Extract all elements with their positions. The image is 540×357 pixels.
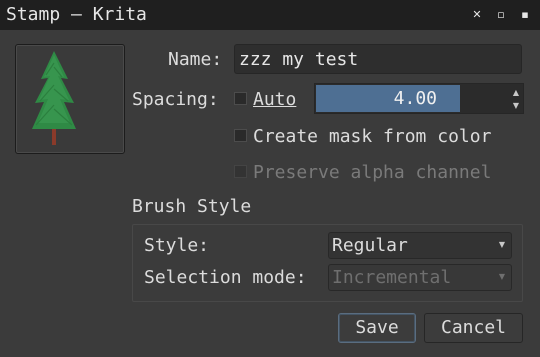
maximize-icon[interactable]: ▫: [493, 7, 509, 23]
spacing-label: Spacing:: [132, 89, 219, 110]
selection-mode-dropdown-value: Incremental: [332, 267, 452, 288]
spin-down-icon[interactable]: ▼: [510, 99, 522, 112]
chevron-down-icon: ▼: [498, 240, 505, 249]
style-dropdown[interactable]: Regular ▼: [328, 232, 512, 259]
name-input[interactable]: [237, 47, 519, 71]
selection-mode-dropdown[interactable]: Incremental ▼: [328, 264, 512, 291]
create-mask-checkbox[interactable]: [234, 129, 247, 142]
style-label: Style:: [144, 235, 210, 256]
create-mask-label: Create mask from color: [253, 126, 492, 147]
cancel-button-label: Cancel: [440, 317, 507, 338]
preserve-alpha-checkbox[interactable]: [234, 165, 247, 178]
chevron-down-icon: ▼: [498, 272, 505, 281]
name-field[interactable]: [234, 44, 522, 74]
save-button[interactable]: Save: [338, 313, 416, 343]
brush-preview: [15, 44, 125, 154]
window-title: Stamp — Krita: [6, 4, 147, 25]
save-button-label: Save: [355, 317, 399, 338]
tree-brush-preview-icon: [32, 51, 76, 145]
selection-mode-label: Selection mode:: [144, 267, 307, 288]
auto-label-text: Auto: [253, 89, 297, 110]
name-label: Name:: [168, 49, 223, 70]
cancel-button[interactable]: Cancel: [424, 313, 523, 343]
spacing-spinbox[interactable]: 4.00 ▲ ▼: [314, 83, 524, 114]
preserve-alpha-label: Preserve alpha channel: [253, 162, 492, 183]
auto-checkbox[interactable]: [234, 92, 247, 105]
auto-label: Auto: [253, 88, 296, 112]
style-dropdown-value: Regular: [332, 235, 408, 256]
close-icon[interactable]: ✕: [469, 7, 485, 23]
spacing-value: 4.00: [393, 88, 437, 109]
minimize-icon[interactable]: ▪: [517, 7, 533, 23]
spin-up-icon[interactable]: ▲: [510, 86, 522, 99]
title-bar[interactable]: Stamp — Krita ✕ ▫ ▪: [0, 0, 540, 30]
brush-style-heading: Brush Style: [132, 196, 252, 217]
